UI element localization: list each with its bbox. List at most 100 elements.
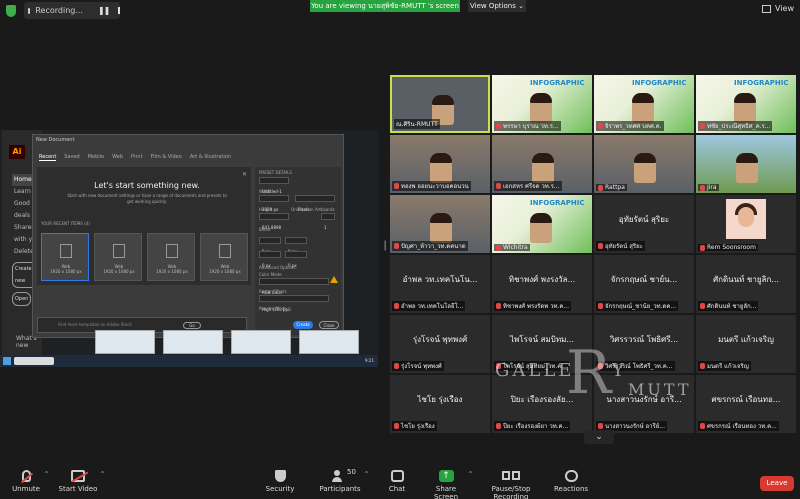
video-options-caret[interactable]: ^ [100, 471, 105, 478]
participant-tile[interactable]: ศักดินนท์ ชายูลิก... ศักดินนท์ ชายูลัก... [696, 255, 796, 313]
participant-tile[interactable]: อุทัยรัตน์ สุริยะ อุทัยรัตน์ สุริยะ [594, 195, 694, 253]
windows-start-icon[interactable] [3, 357, 11, 365]
split-handle-icon[interactable]: ❘ [381, 240, 389, 251]
recent-file-thumbnails [95, 330, 359, 354]
microphone-muted-icon [700, 244, 705, 251]
view-options-button[interactable]: View Options ⌄ [468, 0, 526, 12]
participant-tile[interactable]: อำพล วท.เทคโนโน... อำพล วท.เทคโนโลยีโ... [390, 255, 490, 313]
view-button[interactable]: View [762, 4, 794, 13]
microphone-muted-icon [496, 244, 501, 251]
unmute-button[interactable]: Unmute [8, 470, 44, 493]
chat-label: Chat [388, 485, 406, 493]
participant-tile[interactable]: ศขรกรณ์ เรือนทอ... ศขรกรณ์ เรือนทอง วท.ค.… [696, 375, 796, 433]
participant-tile[interactable]: INFOGRAPHIC ท่ชัย_ประณีศุทธิศ_ค.ร... [696, 75, 796, 133]
tab-mobile[interactable]: Mobile [88, 154, 104, 161]
file-thumbnail[interactable] [163, 330, 223, 354]
meeting-toolbar: Unmute ^ Start Video ^ Security 50 Parti… [0, 467, 800, 499]
file-thumbnail[interactable] [299, 330, 359, 354]
reactions-button[interactable]: Reactions [554, 470, 588, 493]
advanced-options-toggle[interactable]: Advanced Options [259, 265, 295, 270]
preset-card[interactable]: Web 1920 x 1080 px [94, 233, 142, 281]
color-mode-select[interactable]: RGB Color [259, 278, 329, 295]
participant-tile[interactable]: ไชโย รุ่งเรือง ไชโย รุ่งเรือง [390, 375, 490, 433]
participant-tile[interactable]: INFOGRAPHIC จิราพร_วทศศ บคศ.ค. [594, 75, 694, 133]
width-field[interactable]: 1920 px [259, 195, 289, 212]
go-button[interactable]: Go [183, 322, 201, 329]
leave-button[interactable]: Leave [760, 476, 794, 491]
participant-name-label: พรรษา บุราณ วท.ร... [494, 121, 561, 131]
recent-items-label: YOUR RECENT ITEMS (4) [41, 221, 90, 226]
new-document-dialog: New Document Recent Saved Mobile Web Pri… [32, 134, 344, 338]
participant-tile[interactable]: ทองพ ออยนะวาบอคอนวน [390, 135, 490, 193]
participant-tile[interactable]: INFOGRAPHIC พรรษา บุราณ วท.ร... [492, 75, 592, 133]
file-thumbnail[interactable] [231, 330, 291, 354]
close-icon[interactable]: ✕ [242, 171, 247, 178]
bleed-left-field[interactable]: 0 px [259, 251, 281, 268]
tab-saved[interactable]: Saved [64, 154, 79, 161]
participant-tile[interactable]: เอกสหร ศรีจด วท.ร... [492, 135, 592, 193]
create-button[interactable]: Create [293, 321, 313, 329]
preset-card[interactable]: Web 1920 x 1080 px [147, 233, 195, 281]
pause-stop-icon [501, 470, 521, 482]
participant-tile[interactable]: Jira [696, 135, 796, 193]
participant-name: อำพล วท.เทคโนโลยีโ... [401, 303, 464, 310]
recording-button-label: Pause/Stop Recording [491, 485, 531, 499]
share-screen-button[interactable]: ↑ Share Screen [424, 470, 468, 499]
participant-tile[interactable]: ปัญศา_ห้าวา_วท.ดคนาด [390, 195, 490, 253]
participant-name-label: ท่ชัย_ประณีศุทธิศ_ค.ร... [698, 121, 773, 131]
participant-tile[interactable]: มนตรี แก้วเจริญ มนตรี แก้วเจริญ [696, 315, 796, 373]
next-page-button[interactable]: ⌄ [584, 430, 614, 444]
participant-video-feed [530, 93, 552, 123]
file-thumbnail[interactable] [95, 330, 155, 354]
participant-display-name: ศขรกรณ์ เรือนทอ... [711, 395, 781, 404]
bleed-right-field[interactable]: 0 px [285, 251, 307, 268]
close-button[interactable]: Close [319, 321, 339, 329]
participant-tile[interactable]: ทิชาพงศ์ พงรงวัล... ทิชาพงศ์ พรงรัดพ วท.ค… [492, 255, 592, 313]
participants-options-caret[interactable]: ^ [364, 471, 369, 478]
participants-button[interactable]: 50 Participants [316, 468, 364, 493]
preset-label: Web 1920 x 1080 px [50, 264, 82, 274]
cloud-icon [28, 7, 31, 14]
infographic-background: INFOGRAPHIC [530, 199, 585, 207]
tab-art-illustration[interactable]: Art & Illustration [190, 154, 231, 161]
document-icon [166, 244, 178, 258]
orientation-label: Orientation [291, 207, 314, 212]
tab-print[interactable]: Print [131, 154, 143, 161]
preset-card[interactable]: Web 1920 x 1080 px [41, 233, 89, 281]
participant-video-feed [530, 213, 552, 243]
participant-tile[interactable]: จักรกฤษณ์ ชาย์น... จักรกฤษณ์_ชาน้ย_วท.ดค.… [594, 255, 694, 313]
audio-options-caret[interactable]: ^ [44, 471, 49, 478]
participant-tile[interactable]: Rem Soonsroom [696, 195, 796, 253]
participant-tile[interactable]: INFOGRAPHIC Wichitra [492, 195, 592, 253]
tab-recent[interactable]: Recent [39, 154, 57, 161]
participant-tile[interactable]: รุ่งโรจน์ พุทพงศ์ รุ่งโรจน์ พุทพงศ์ [390, 315, 490, 373]
security-shield-icon[interactable] [6, 5, 16, 17]
tab-film-video[interactable]: Film & Video [151, 154, 182, 161]
artboards-field[interactable]: 1 [321, 213, 335, 230]
taskbar-search-input[interactable] [14, 357, 54, 365]
microphone-muted-icon [496, 303, 501, 309]
pause-stop-recording-button[interactable]: Pause/Stop Recording [476, 470, 546, 499]
microphone-muted-icon [394, 303, 399, 309]
chat-button[interactable]: Chat [384, 470, 410, 493]
document-name-field[interactable]: Untitled-1 [259, 177, 289, 194]
bleed-bottom-field[interactable]: 0 px [285, 237, 307, 254]
stop-recording-icon[interactable] [118, 7, 120, 14]
start-video-button[interactable]: Start Video [56, 470, 100, 493]
units-select[interactable]: Pixels [295, 195, 335, 212]
share-options-caret[interactable]: ^ [468, 471, 473, 478]
raster-effects-select[interactable]: High (300 ppi) [259, 295, 329, 312]
preset-card[interactable]: Web 1920 x 1080 px [200, 233, 248, 281]
tab-web[interactable]: Web [112, 154, 123, 161]
bleed-top-field[interactable]: 0 px [259, 237, 281, 254]
color-mode-label: Color Mode [259, 272, 282, 277]
participant-tile[interactable]: ณ.ศิริน-RMUTT [390, 75, 490, 133]
open-button[interactable]: Open [12, 292, 32, 306]
participant-video-feed [430, 213, 452, 243]
height-field[interactable]: 841.8898 [259, 213, 289, 230]
security-label: Security [265, 485, 295, 493]
security-button[interactable]: Security [262, 470, 298, 493]
participant-tile[interactable]: Rattpa [594, 135, 694, 193]
participant-name: ณ.ศิริน-RMUTT [396, 121, 438, 128]
pause-recording-icon[interactable]: ❚❚ [98, 6, 110, 15]
